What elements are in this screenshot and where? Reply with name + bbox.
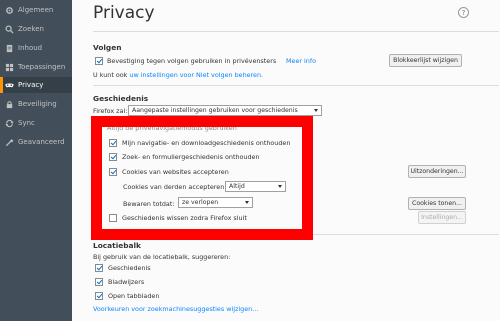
private-mode-label: Altijd de privénavigatiemodus gebruiken [107, 124, 237, 132]
sidebar-item-search[interactable]: Zoeken [0, 21, 72, 37]
sidebar-item-label: Toepassingen [18, 63, 66, 71]
remember-browsing-checkbox[interactable] [109, 139, 117, 147]
suggest-open-tabs-checkbox[interactable] [95, 292, 103, 300]
chevron-down-icon [314, 109, 318, 112]
sidebar-item-label: Zoeken [18, 25, 44, 33]
show-cookies-button[interactable]: Cookies tonen... [408, 197, 466, 210]
dnt-manage-text: U kunt ook uw instellingen voor Niet vol… [93, 71, 263, 79]
remember-search-checkbox[interactable] [109, 153, 117, 161]
sidebar-item-content[interactable]: Inhoud [0, 40, 72, 56]
third-party-select[interactable]: Altijd [225, 181, 286, 192]
help-icon[interactable]: ? [458, 7, 469, 18]
sidebar-item-label: Geavanceerd [18, 138, 65, 146]
keep-until-label: Bewaren totdat: [123, 200, 175, 208]
suggest-bookmarks-checkbox[interactable] [95, 278, 103, 286]
search-suggestions-link[interactable]: Voorkeuren voor zoekmachinesuggesties wi… [93, 305, 258, 313]
suggest-history-checkbox[interactable] [95, 264, 103, 272]
suggest-bookmarks-label: Bladwijzers [108, 278, 145, 286]
sidebar: Algemeen Zoeken Inhoud Toepassingen Priv… [0, 0, 72, 321]
wizard-icon [5, 138, 14, 147]
sidebar-item-label: Algemeen [18, 6, 54, 14]
page-title: Privacy [93, 3, 155, 23]
divider [93, 234, 499, 235]
suggest-history-label: Geschiedenis [108, 264, 151, 272]
dnt-checkbox[interactable] [95, 57, 103, 65]
lock-icon [5, 100, 14, 109]
sync-icon [5, 119, 14, 128]
search-icon [5, 24, 14, 34]
remember-browsing-label: Mijn navigatie- en downloadgeschiedenis … [122, 139, 291, 147]
sidebar-item-advanced[interactable]: Geavanceerd [0, 134, 72, 150]
accept-cookies-checkbox[interactable] [109, 168, 117, 176]
sidebar-item-label: Beveiliging [18, 100, 57, 108]
chevron-down-icon [278, 185, 282, 188]
clear-settings-button[interactable]: Instellingen... [418, 211, 466, 224]
dnt-label: Bevestiging tegen volgen gebruiken in pr… [107, 57, 277, 65]
history-heading: Geschiedenis [93, 94, 149, 103]
divider [93, 85, 499, 86]
preferences-content: Privacy ? Volgen Bevestiging tegen volge… [72, 0, 500, 321]
location-bar-heading: Locatiebalk [93, 241, 141, 250]
applications-icon [5, 63, 14, 72]
firefox-will-label: Firefox zal: [93, 107, 128, 115]
suggest-open-tabs-label: Open tabbladen [108, 292, 160, 300]
chevron-down-icon [245, 201, 249, 204]
sidebar-item-sync[interactable]: Sync [0, 115, 72, 131]
sidebar-item-security[interactable]: Beveiliging [0, 96, 72, 112]
remember-search-label: Zoek- en formuliergeschiedenis onthouden [122, 153, 260, 161]
history-mode-value: Aangepaste instellingen gebruiken voor g… [132, 107, 298, 114]
sidebar-item-label: Sync [18, 119, 35, 127]
sidebar-item-privacy[interactable]: Privacy [0, 77, 72, 93]
divider [93, 31, 499, 32]
clear-on-close-label: Geschiedenis wissen zodra Firefox sluit [122, 214, 247, 222]
gear-icon [5, 6, 14, 15]
document-icon [5, 44, 14, 53]
history-mode-select[interactable]: Aangepaste instellingen gebruiken voor g… [128, 105, 322, 116]
third-party-value: Altijd [229, 183, 245, 190]
tracking-heading: Volgen [93, 43, 122, 52]
sidebar-item-general[interactable]: Algemeen [0, 2, 72, 18]
mask-icon [5, 81, 14, 90]
sidebar-item-label: Privacy [18, 81, 44, 89]
manage-dnt-link[interactable]: uw instellingen voor Niet volgen beheren… [129, 71, 263, 79]
learn-more-link[interactable]: Meer info [286, 57, 316, 65]
keep-until-select[interactable]: ze verlopen [178, 197, 253, 208]
third-party-label: Cookies van derden accepteren: [123, 183, 227, 191]
accept-cookies-label: Cookies van websites accepteren [122, 168, 229, 176]
dnt-manage-prefix: U kunt ook [93, 71, 128, 79]
sidebar-item-applications[interactable]: Toepassingen [0, 59, 72, 75]
keep-until-value: ze verlopen [182, 199, 219, 206]
change-blocklist-button[interactable]: Blokkeerlijst wijzigen [389, 54, 462, 67]
location-suggest-label: Bij gebruik van de locatiebalk, suggerer… [93, 253, 231, 261]
sidebar-item-label: Inhoud [18, 44, 43, 52]
exceptions-button[interactable]: Uitzonderingen... [408, 165, 466, 178]
clear-on-close-checkbox[interactable] [109, 214, 117, 222]
